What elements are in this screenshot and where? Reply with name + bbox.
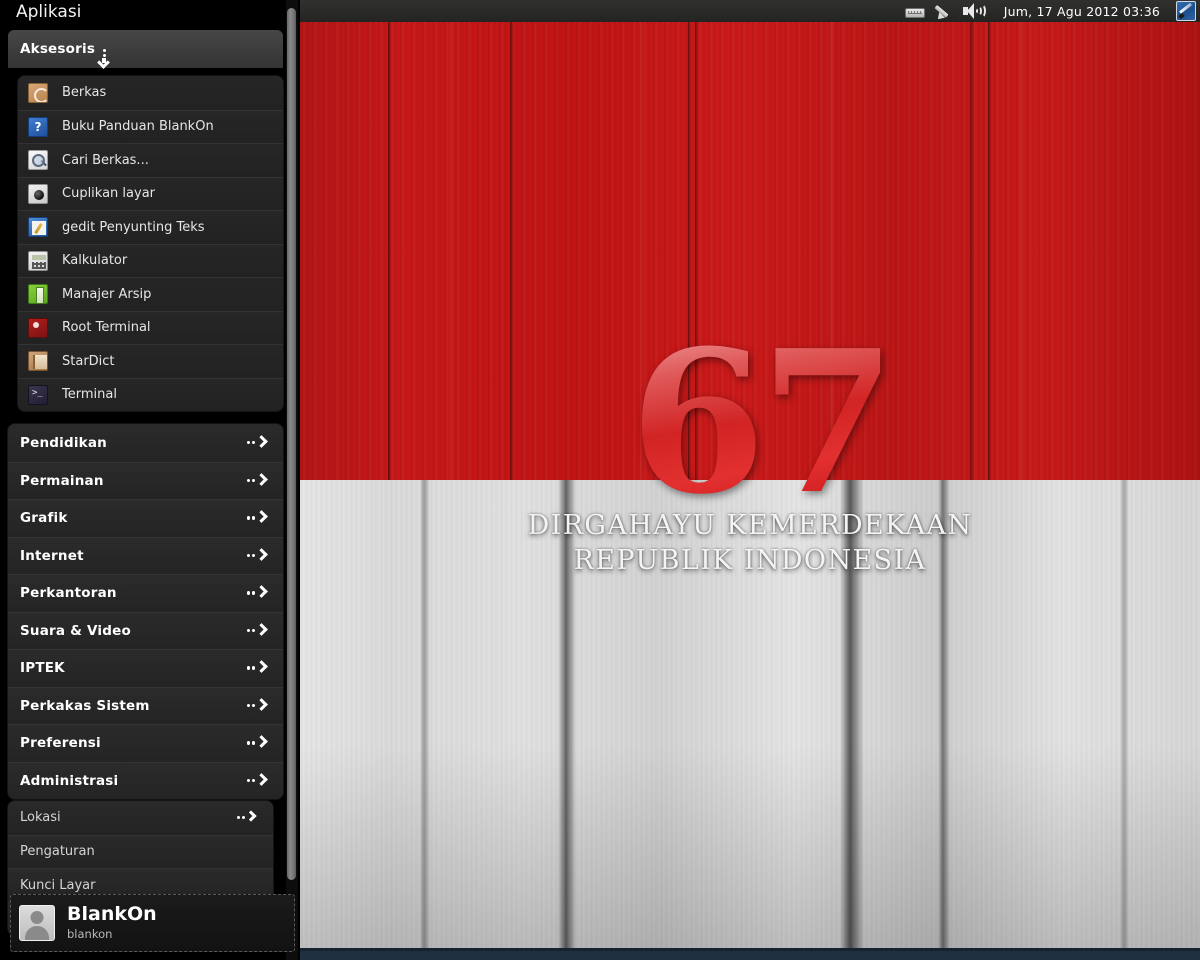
screenshot-camera-icon: [28, 184, 48, 204]
clock[interactable]: Jum, 17 Agu 2012 03:36: [990, 4, 1172, 19]
chevron-right-icon: [247, 660, 271, 676]
category-item-suara-video[interactable]: Suara & Video: [8, 612, 283, 650]
chevron-right-icon: [247, 698, 271, 714]
flag-white-band: [300, 480, 1200, 960]
category-header-label: Aksesoris: [20, 41, 95, 57]
top-panel: Jum, 17 Agu 2012 03:36: [300, 0, 1200, 22]
category-item-perkantoran[interactable]: Perkantoran: [8, 574, 283, 612]
user-login-name: blankon: [67, 927, 157, 941]
category-item-grafik[interactable]: Grafik: [8, 499, 283, 537]
blankon-pen-icon[interactable]: [1176, 1, 1196, 21]
app-item-berkas[interactable]: Berkas: [18, 76, 283, 110]
category-item-perkakas-sistem[interactable]: Perkakas Sistem: [8, 687, 283, 725]
keyboard-indicator-icon[interactable]: [900, 0, 930, 22]
flag-red-band: [300, 0, 1200, 480]
app-item-label: Cari Berkas...: [62, 153, 149, 168]
category-item-iptek[interactable]: IPTEK: [8, 649, 283, 687]
system-item-label: Pengaturan: [20, 844, 95, 859]
category-item-label: Grafik: [20, 510, 68, 526]
root-terminal-icon: [28, 318, 48, 338]
app-item-label: Cuplikan layar: [62, 186, 155, 201]
category-item-label: Perkakas Sistem: [20, 698, 150, 714]
category-item-internet[interactable]: Internet: [8, 537, 283, 575]
terminal-icon: [28, 385, 48, 405]
app-item-gedit-penyunting-teks[interactable]: gedit Penyunting Teks: [18, 210, 283, 244]
category-item-label: Pendidikan: [20, 435, 107, 451]
chevron-right-icon: [237, 810, 261, 826]
category-list: Pendidikan Permainan Grafik Internet Perkant…: [8, 424, 283, 799]
category-item-label: Perkantoran: [20, 585, 117, 601]
volume-icon[interactable]: [958, 0, 990, 22]
desktop-bottom-bar: [300, 948, 1200, 960]
app-item-terminal[interactable]: Terminal: [18, 378, 283, 412]
page-title: Aplikasi: [16, 2, 81, 22]
category-item-administrasi[interactable]: Administrasi: [8, 762, 283, 800]
nautilus-files-icon: [28, 83, 48, 103]
app-item-label: Buku Panduan BlankOn: [62, 119, 214, 134]
chevron-right-icon: [247, 773, 271, 789]
app-item-buku-panduan-blankon[interactable]: Buku Panduan BlankOn: [18, 110, 283, 144]
app-item-label: gedit Penyunting Teks: [62, 220, 205, 235]
app-item-label: StarDict: [62, 354, 115, 369]
system-item-lokasi[interactable]: Lokasi: [8, 801, 273, 835]
category-item-label: IPTEK: [20, 660, 65, 676]
system-item-label: Lokasi: [20, 810, 61, 825]
application-menu-panel: Aplikasi Aksesoris Berkas Buku Panduan Bl…: [0, 0, 300, 960]
category-item-label: Permainan: [20, 473, 104, 489]
category-item-preferensi[interactable]: Preferensi: [8, 724, 283, 762]
category-item-label: Internet: [20, 548, 84, 564]
app-item-cuplikan-layar[interactable]: Cuplikan layar: [18, 177, 283, 211]
chevron-right-icon: [247, 548, 271, 564]
desktop-wallpaper[interactable]: 67 DIRGAHAYU KEMERDEKAAN REPUBLIK INDONE…: [300, 0, 1200, 960]
app-item-manajer-arsip[interactable]: Manajer Arsip: [18, 277, 283, 311]
app-item-cari-berkas[interactable]: Cari Berkas...: [18, 143, 283, 177]
app-item-kalkulator[interactable]: Kalkulator: [18, 244, 283, 278]
app-item-label: Root Terminal: [62, 320, 151, 335]
category-item-label: Suara & Video: [20, 623, 131, 639]
chevron-right-icon: [247, 585, 271, 601]
gedit-text-editor-icon: [28, 217, 48, 237]
user-display-name: BlankOn: [67, 905, 157, 925]
system-item-label: Kunci Layar: [20, 878, 95, 893]
app-item-stardict[interactable]: StarDict: [18, 344, 283, 378]
category-header-aksesoris[interactable]: Aksesoris: [8, 30, 283, 68]
calculator-icon: [28, 251, 48, 271]
pen-indicator-icon[interactable]: [930, 0, 958, 22]
system-item-pengaturan[interactable]: Pengaturan: [8, 835, 273, 869]
chevron-right-icon: [247, 623, 271, 639]
menu-scrollbar-thumb[interactable]: [287, 8, 296, 880]
app-item-label: Manajer Arsip: [62, 287, 151, 302]
app-item-label: Berkas: [62, 85, 106, 100]
user-avatar-icon: [19, 905, 55, 941]
user-panel[interactable]: BlankOn blankon: [10, 894, 295, 952]
application-list: Berkas Buku Panduan BlankOn Cari Berkas...…: [18, 76, 283, 411]
category-item-label: Preferensi: [20, 735, 101, 751]
category-item-pendidikan[interactable]: Pendidikan: [8, 424, 283, 462]
app-item-label: Kalkulator: [62, 253, 127, 268]
chevron-right-icon: [247, 510, 271, 526]
help-book-icon: [28, 117, 48, 137]
chevron-right-icon: [247, 435, 271, 451]
archive-manager-icon: [28, 284, 48, 304]
dictionary-book-icon: [28, 351, 48, 371]
app-item-label: Terminal: [62, 387, 117, 402]
search-files-icon: [28, 150, 48, 170]
desktop-screen: 67 DIRGAHAYU KEMERDEKAAN REPUBLIK INDONE…: [0, 0, 1200, 960]
category-item-label: Administrasi: [20, 773, 118, 789]
category-item-permainan[interactable]: Permainan: [8, 462, 283, 500]
chevron-right-icon: [247, 473, 271, 489]
chevron-right-icon: [247, 735, 271, 751]
app-item-root-terminal[interactable]: Root Terminal: [18, 311, 283, 345]
